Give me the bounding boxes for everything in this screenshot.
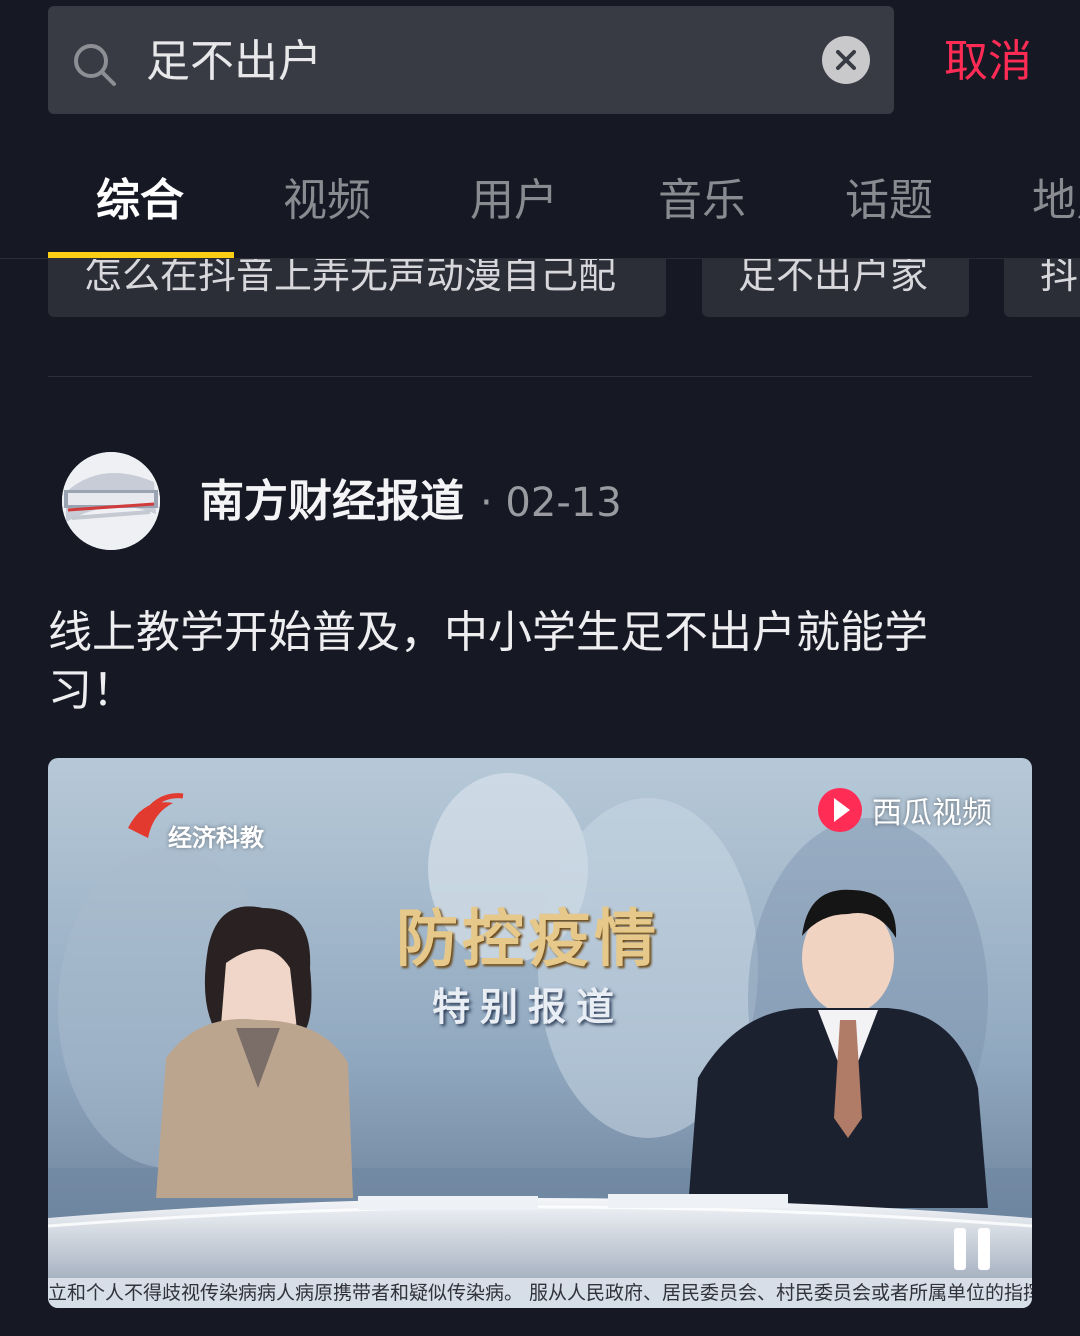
tab-videos[interactable]: 视频 (283, 174, 371, 228)
post-date: · 02-13 (480, 480, 622, 526)
suggestion-chip[interactable]: 足不出户家 (702, 259, 969, 317)
close-icon (836, 50, 856, 70)
tab-topics[interactable]: 话题 (845, 174, 933, 228)
tab-users[interactable]: 用户 (470, 174, 558, 228)
xigua-logo-icon (818, 790, 864, 830)
video-watermark: 西瓜视频 (818, 790, 992, 831)
tab-music[interactable]: 音乐 (658, 174, 746, 228)
watermark-text: 西瓜视频 (872, 796, 992, 831)
clear-search-button[interactable] (822, 36, 870, 84)
channel-name: 经济科教 (168, 824, 264, 852)
related-searches: 怎么在抖音上弄无声动漫自己配 足不出户家 抖 (0, 259, 1080, 319)
video-subheadline: 特别报道 (432, 985, 625, 1029)
news-ticker: 立和个人不得歧视传染病病人病原携带者和疑似传染病。 服从人民政府、居民委员会、村… (48, 1278, 1032, 1308)
author-avatar[interactable] (62, 452, 160, 550)
section-divider (48, 376, 1032, 377)
pause-icon[interactable] (950, 1226, 994, 1272)
video-player[interactable]: 经济科教 西瓜视频 防控疫情 特别报道 立和个人不得歧视传染病病人病原携带者和疑… (48, 758, 1032, 1308)
suggestion-chip[interactable]: 怎么在抖音上弄无声动漫自己配 (48, 259, 666, 317)
avatar-image (62, 452, 160, 550)
post-title[interactable]: 线上教学开始普及，中小学生足不出户就能学习！ (48, 604, 1008, 720)
search-icon (74, 44, 116, 86)
tab-comprehensive[interactable]: 综合 (96, 174, 184, 228)
cancel-button[interactable]: 取消 (944, 34, 1032, 90)
suggestion-chip[interactable]: 抖 (1004, 259, 1080, 317)
tab-places[interactable]: 地点 (1032, 174, 1080, 228)
result-tabs: 综合 视频 用户 音乐 话题 地点 (0, 150, 1080, 258)
author-name[interactable]: 南方财经报道 (200, 474, 464, 530)
search-query-text[interactable]: 足不出户 (146, 34, 322, 90)
video-headline: 防控疫情 (396, 902, 661, 975)
